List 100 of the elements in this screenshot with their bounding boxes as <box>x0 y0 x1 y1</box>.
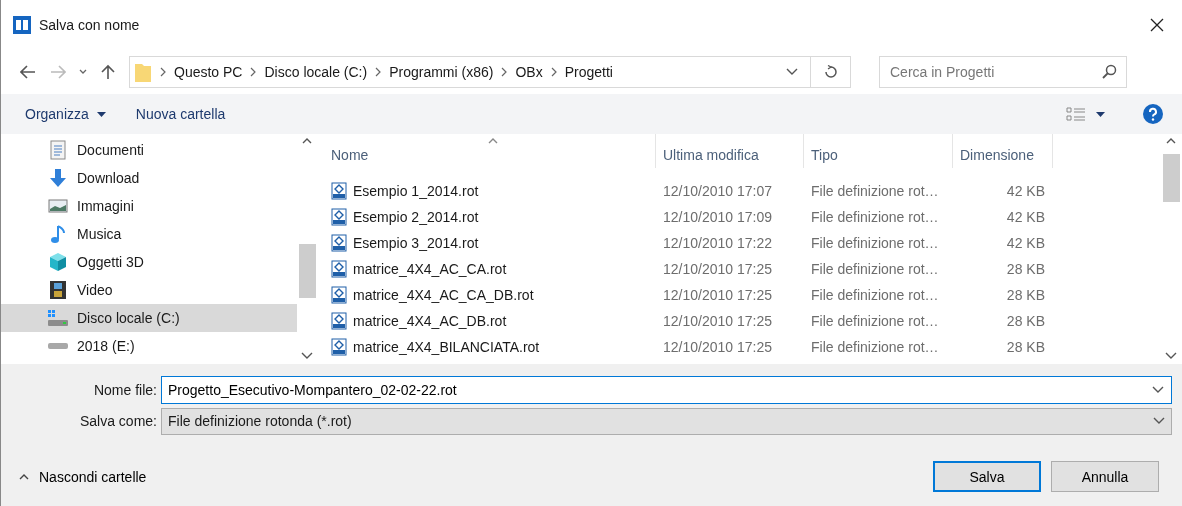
file-name[interactable]: Esempio 2_2014.rot <box>353 209 479 225</box>
sidebar-item[interactable]: Download <box>1 164 297 192</box>
file-size: 42 KB <box>1005 183 1046 199</box>
file-size: 28 KB <box>1005 287 1046 303</box>
breadcrumb-item[interactable]: Progetti <box>564 64 613 80</box>
modified-date: 12/10/2010 17:07 <box>662 183 773 199</box>
modified-date: 12/10/2010 17:25 <box>662 313 773 329</box>
arrow-right-icon <box>50 65 66 79</box>
download-arrow-icon <box>48 168 68 188</box>
file-size: 42 KB <box>1005 209 1046 225</box>
file-name[interactable]: Esempio 3_2014.rot <box>353 235 479 251</box>
sort-ascending-icon <box>488 138 498 144</box>
refresh-icon <box>823 65 838 79</box>
column-header[interactable]: Ultima modifica <box>663 147 759 163</box>
file-name[interactable]: matrice_4X4_AC_DB.rot <box>353 313 507 329</box>
scroll-up-icon <box>302 138 312 144</box>
file-icon <box>331 286 347 304</box>
modified-date: 12/10/2010 17:25 <box>662 287 773 303</box>
scrollbar-thumb[interactable] <box>1162 154 1180 202</box>
chevron-down-icon <box>1152 386 1164 394</box>
chevron-down-icon <box>79 69 87 75</box>
sidebar-item[interactable]: Disco locale (C:) <box>1 304 297 332</box>
file-type-dropdown[interactable]: File definizione rotonda (*.rot) <box>161 407 1172 435</box>
scroll-up-icon <box>1166 138 1176 144</box>
modified-date: 12/10/2010 17:25 <box>662 339 773 355</box>
sidebar-item[interactable]: Documenti <box>1 136 297 164</box>
folder-icon <box>134 61 152 83</box>
sidebar-item[interactable]: Immagini <box>1 192 297 220</box>
scrollbar-thumb[interactable] <box>298 244 316 298</box>
file-size: 28 KB <box>1005 313 1046 329</box>
hide-folders-toggle[interactable]: Nascondi cartelle <box>19 468 147 485</box>
caret-icon <box>1095 111 1105 117</box>
file-type: File definizione rot… <box>810 261 940 277</box>
sidebar-item[interactable]: Oggetti 3D <box>1 248 297 276</box>
music-note-icon <box>50 224 66 244</box>
column-header[interactable]: Nome <box>331 147 369 163</box>
close-icon <box>1150 18 1164 32</box>
file-size: 28 KB <box>1005 261 1046 277</box>
modified-date: 12/10/2010 17:09 <box>662 209 773 225</box>
file-icon <box>331 338 347 356</box>
sidebar-item[interactable]: Video <box>1 276 297 304</box>
chevron-right-icon <box>375 67 382 77</box>
chevron-down-icon <box>1153 417 1165 425</box>
file-icon <box>331 182 347 200</box>
file-icon <box>331 208 347 226</box>
file-icon <box>331 260 347 278</box>
file-name[interactable]: Esempio 1_2014.rot <box>353 183 479 199</box>
file-icon <box>331 312 347 330</box>
cube-icon <box>48 252 68 272</box>
column-header[interactable]: Tipo <box>811 147 838 163</box>
toolbar-button[interactable]: Nuova cartella <box>125 102 236 126</box>
file-type: File definizione rot… <box>810 339 940 355</box>
chevron-right-icon <box>250 67 257 77</box>
field-label: Salva come: <box>78 413 158 429</box>
help-icon <box>1143 104 1163 124</box>
file-type: File definizione rot… <box>810 287 940 303</box>
breadcrumb-item[interactable]: Disco locale (C:) <box>264 64 368 80</box>
dialog-button[interactable]: Salva <box>933 461 1041 492</box>
search-field[interactable]: Cerca in Progetti <box>879 56 1127 88</box>
modified-date: 12/10/2010 17:22 <box>662 235 773 251</box>
file-name-field[interactable]: Progetto_Esecutivo-Mompantero_02-02-22.rot <box>161 376 1172 404</box>
app-logo-icon <box>13 16 31 34</box>
organize-menu-button[interactable]: Organizza <box>15 102 116 126</box>
caret-icon <box>96 111 106 117</box>
sidebar-item[interactable]: 2018 (E:) <box>1 332 297 360</box>
breadcrumb-item[interactable]: Programmi (x86) <box>389 64 494 80</box>
file-name[interactable]: matrice_4X4_AC_CA_DB.rot <box>353 287 534 303</box>
dialog-button[interactable]: Annulla <box>1051 461 1159 492</box>
column-header[interactable]: Dimensione <box>960 147 1034 163</box>
chevron-down-icon <box>786 68 798 76</box>
file-size: 42 KB <box>1005 235 1046 251</box>
chevron-up-icon <box>19 473 29 480</box>
file-type: File definizione rot… <box>810 183 940 199</box>
address-bar[interactable]: Questo PC Disco locale (C:) Programmi (x86) OBx Progetti <box>129 56 851 88</box>
drive-icon <box>47 342 69 350</box>
file-type: File definizione rot… <box>810 313 940 329</box>
file-icon <box>331 234 347 252</box>
chevron-right-icon <box>160 67 166 77</box>
scroll-down-icon <box>1165 352 1177 360</box>
picture-icon <box>48 198 68 214</box>
document-icon <box>49 140 67 160</box>
file-type: File definizione rot… <box>810 209 940 225</box>
details-view-icon <box>1065 107 1086 121</box>
arrow-left-icon <box>20 65 36 79</box>
field-label: Nome file: <box>92 382 158 398</box>
file-name[interactable]: matrice_4X4_AC_CA.rot <box>353 261 507 277</box>
breadcrumb-item[interactable]: Questo PC <box>174 64 243 80</box>
chevron-right-icon <box>501 67 508 77</box>
drive-icon <box>47 309 69 327</box>
file-name[interactable]: matrice_4X4_BILANCIATA.rot <box>353 339 540 355</box>
film-strip-icon <box>49 280 67 300</box>
scroll-down-icon <box>301 352 313 360</box>
arrow-up-icon <box>101 64 115 80</box>
chevron-right-icon <box>550 67 557 77</box>
breadcrumb-item[interactable]: OBx <box>515 64 543 80</box>
sidebar-item[interactable]: Musica <box>1 220 297 248</box>
search-icon <box>1101 64 1117 80</box>
window-title: Salva con nome <box>39 17 141 33</box>
file-type: File definizione rot… <box>810 235 940 251</box>
modified-date: 12/10/2010 17:25 <box>662 261 773 277</box>
